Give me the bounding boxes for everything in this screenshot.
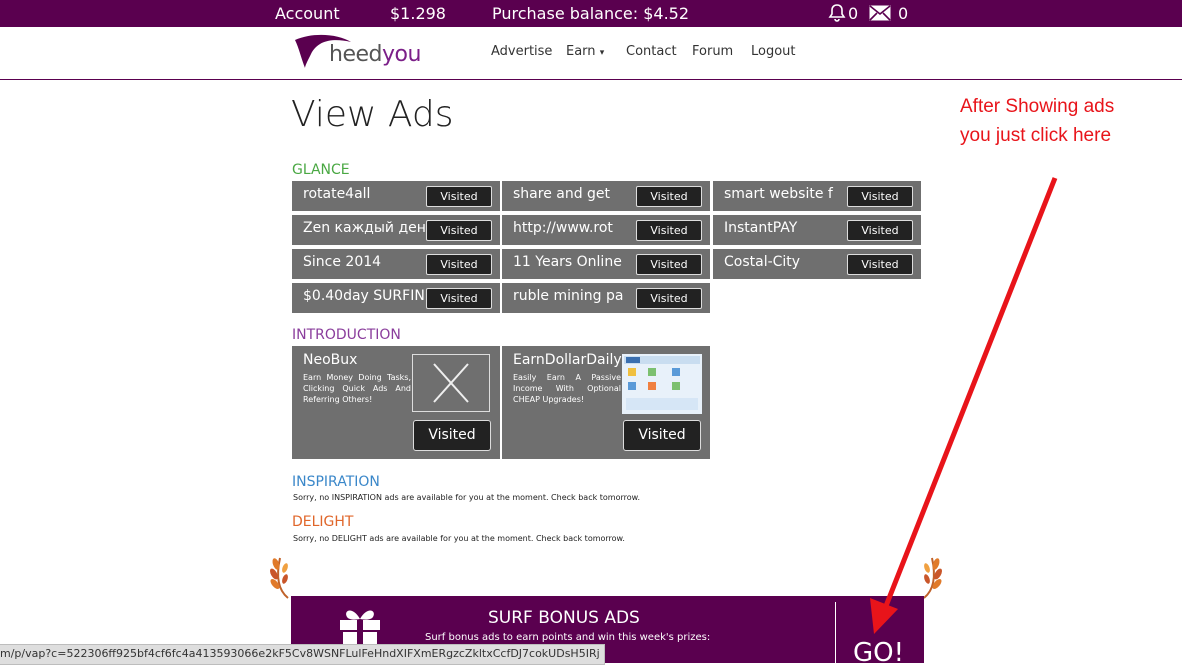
ad-title: smart website f [724, 186, 833, 202]
ad-title: ruble mining pa [513, 288, 624, 304]
ad-title: EarnDollarDaily [513, 352, 622, 368]
intro-ad-cell[interactable]: EarnDollarDaily Easily Earn A Passive In… [502, 346, 710, 459]
empty-message: Sorry, no INSPIRATION ads are available … [293, 493, 640, 502]
ad-title: 11 Years Online [513, 254, 622, 270]
top-bar: Account $1.298 Purchase balance: $4.52 0… [0, 0, 1182, 27]
ad-title: $0.40day SURFIN [303, 288, 425, 304]
ad-cell[interactable]: Since 2014 Visited [292, 249, 500, 279]
bell-icon[interactable] [828, 3, 846, 26]
ad-cell[interactable]: smart website f Visited [713, 181, 921, 211]
ad-cell[interactable]: share and get Visited [502, 181, 710, 211]
ad-title: NeoBux [303, 352, 358, 368]
ad-cell[interactable]: Zen каждый день Visited [292, 215, 500, 245]
ad-title: share and get [513, 186, 611, 202]
browser-status-url: m/p/vap?c=522306ff925bf4cf6fc4a413593066… [0, 644, 605, 665]
laurel-icon [918, 552, 944, 600]
visited-button[interactable]: Visited [426, 186, 492, 207]
ad-cell[interactable]: 11 Years Online Visited [502, 249, 710, 279]
ad-cell[interactable]: http://www.rot Visited [502, 215, 710, 245]
visited-button[interactable]: Visited [847, 186, 913, 207]
ad-description: Earn Money Doing Tasks, Clicking Quick A… [303, 373, 411, 404]
visited-button[interactable]: Visited [623, 420, 701, 451]
ad-title: Since 2014 [303, 254, 382, 270]
section-title-introduction: INTRODUCTION [292, 327, 401, 343]
annotation-text: After Showing ads you just click here [960, 92, 1114, 150]
main-nav: heedyou Advertise Earn ▾ Contact Forum L… [0, 27, 1182, 80]
visited-button[interactable]: Visited [636, 220, 702, 241]
section-title-inspiration: INSPIRATION [292, 474, 380, 490]
account-balance: $1.298 [390, 4, 446, 23]
visited-button[interactable]: Visited [426, 254, 492, 275]
site-logo[interactable]: heedyou [293, 32, 423, 74]
ad-cell[interactable]: $0.40day SURFIN Visited [292, 283, 500, 313]
go-button[interactable]: GO! [853, 638, 904, 668]
messages-count: 0 [898, 4, 909, 23]
nav-logout[interactable]: Logout [751, 44, 796, 59]
ad-cell[interactable]: InstantPAY Visited [713, 215, 921, 245]
ad-cell[interactable]: Costal-City Visited [713, 249, 921, 279]
visited-button[interactable]: Visited [847, 254, 913, 275]
empty-message: Sorry, no DELIGHT ads are available for … [293, 534, 625, 543]
visited-button[interactable]: Visited [426, 288, 492, 309]
bonus-subtitle: Surf bonus ads to earn points and win th… [425, 632, 711, 643]
visited-button[interactable]: Visited [636, 288, 702, 309]
page-title: View Ads [291, 94, 454, 135]
notifications-count: 0 [848, 4, 859, 23]
divider [835, 602, 836, 663]
section-title-glance: GLANCE [292, 162, 350, 178]
nav-advertise[interactable]: Advertise [491, 44, 552, 59]
ad-title: rotate4all [303, 186, 371, 202]
visited-button[interactable]: Visited [426, 220, 492, 241]
visited-button[interactable]: Visited [636, 186, 702, 207]
ad-title: InstantPAY [724, 220, 798, 236]
nav-contact[interactable]: Contact [626, 44, 677, 59]
ad-title: Costal-City [724, 254, 801, 270]
purchase-balance: Purchase balance: $4.52 [492, 4, 690, 23]
ad-title: http://www.rot [513, 220, 613, 236]
laurel-icon [268, 552, 294, 600]
account-label[interactable]: Account [275, 4, 340, 23]
visited-button[interactable]: Visited [413, 420, 491, 451]
section-title-delight: DELIGHT [292, 514, 354, 530]
ad-description: Easily Earn A Passive Income With Option… [513, 373, 621, 404]
bonus-title: SURF BONUS ADS [488, 608, 640, 628]
ad-cell[interactable]: rotate4all Visited [292, 181, 500, 211]
chevron-down-icon: ▾ [599, 48, 605, 58]
ad-title: Zen каждый день [303, 220, 435, 236]
broken-image-icon [412, 354, 490, 412]
envelope-icon[interactable] [869, 5, 891, 25]
annotation-line: you just click here [960, 125, 1112, 146]
visited-button[interactable]: Visited [847, 220, 913, 241]
intro-ad-cell[interactable]: NeoBux Earn Money Doing Tasks, Clicking … [292, 346, 500, 459]
ad-cell[interactable]: ruble mining pa Visited [502, 283, 710, 313]
annotation-line: After Showing ads [960, 96, 1115, 117]
logo-text: heedyou [329, 42, 421, 67]
nav-forum[interactable]: Forum [692, 44, 733, 59]
visited-button[interactable]: Visited [636, 254, 702, 275]
ad-thumbnail [622, 354, 702, 414]
nav-earn[interactable]: Earn ▾ [566, 44, 604, 59]
